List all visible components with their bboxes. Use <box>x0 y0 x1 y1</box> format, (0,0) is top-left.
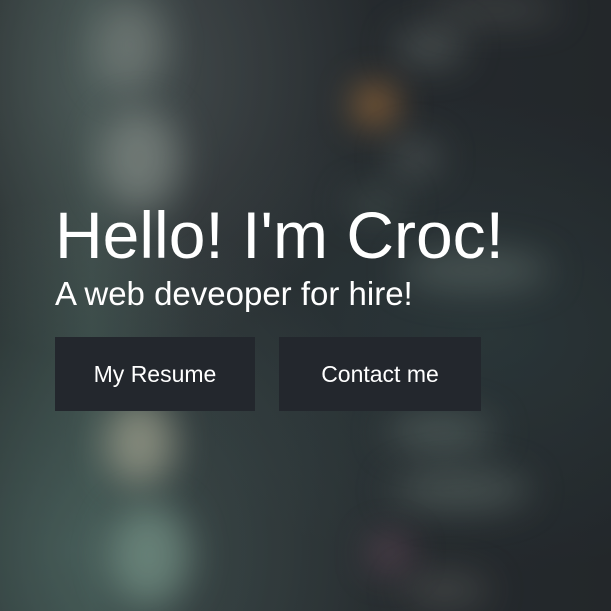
hero-buttons: My Resume Contact me <box>55 337 481 411</box>
contact-me-button-label: Contact me <box>321 360 439 387</box>
hero-content: Hello! I'm Croc! A web deveoper for hire… <box>55 196 611 411</box>
my-resume-button[interactable]: My Resume <box>55 337 255 411</box>
hero-title: Hello! I'm Croc! <box>55 198 505 272</box>
my-resume-button-label: My Resume <box>93 360 217 387</box>
contact-me-button[interactable]: Contact me <box>279 337 481 411</box>
hero-subtitle: A web deveoper for hire! <box>55 275 413 312</box>
hero-section: Hello! I'm Croc! A web deveoper for hire… <box>0 0 611 611</box>
